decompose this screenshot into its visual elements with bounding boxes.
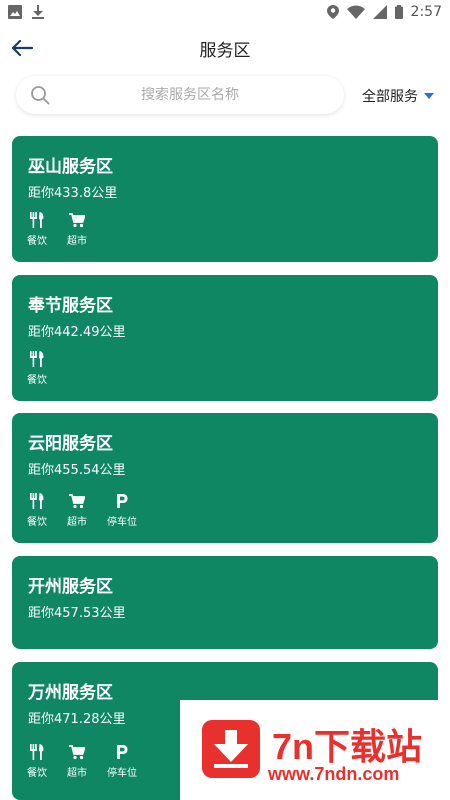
service-area-distance: 距你457.53公里: [28, 606, 126, 621]
search-icon: [31, 86, 50, 105]
service-area-card[interactable]: 云阳服务区 距你455.54公里 餐饮 超市 停车位: [12, 413, 438, 543]
watermark-url: www.7ndn.com: [268, 764, 400, 784]
service-label: 餐饮: [27, 517, 47, 528]
service-label: 停车位: [107, 517, 137, 528]
service-label: 餐饮: [27, 375, 47, 386]
search-input[interactable]: [76, 82, 304, 108]
download-notification-icon: [32, 5, 44, 19]
restaurant-icon: [30, 212, 44, 228]
dropdown-caret-icon: [424, 93, 434, 99]
service-item: 超市: [57, 212, 97, 247]
service-label: 餐饮: [27, 236, 47, 247]
service-area-name: 云阳服务区: [28, 434, 113, 454]
restaurant-icon: [30, 493, 44, 509]
service-area-distance: 距你455.54公里: [28, 463, 126, 478]
filter-label: 全部服务: [362, 89, 418, 105]
service-label: 餐饮: [27, 768, 47, 779]
cart-icon: [69, 494, 85, 509]
status-bar: 2:57: [0, 0, 450, 24]
service-item: 餐饮: [17, 212, 57, 247]
service-label: 超市: [67, 517, 87, 528]
restaurant-icon: [30, 351, 44, 367]
service-item: 餐饮: [17, 744, 57, 779]
service-item: 超市: [57, 744, 97, 779]
wifi-icon: [346, 5, 365, 19]
status-time: 2:57: [410, 4, 442, 20]
service-area-name: 巫山服务区: [28, 157, 113, 177]
service-area-card[interactable]: 奉节服务区 距你442.49公里 餐饮: [12, 275, 438, 401]
service-area-distance: 距你442.49公里: [28, 325, 126, 340]
service-label: 停车位: [107, 768, 137, 779]
cart-icon: [69, 745, 85, 760]
watermark-title: 7n下载站: [272, 726, 423, 767]
restaurant-icon: [30, 744, 44, 760]
parking-icon: [117, 745, 128, 759]
service-item: 餐饮: [17, 351, 57, 386]
download-arrow-icon: [202, 720, 260, 778]
watermark: 7n下载站 www.7ndn.com: [180, 700, 450, 800]
signal-icon: [372, 5, 387, 19]
header: 服务区: [0, 24, 450, 70]
search-box[interactable]: [16, 76, 344, 114]
cart-icon: [69, 213, 85, 228]
location-icon: [326, 5, 339, 19]
service-area-distance: 距你433.8公里: [28, 186, 118, 201]
battery-icon: [394, 5, 403, 19]
service-label: 超市: [67, 236, 87, 247]
service-item: 超市: [57, 493, 97, 528]
page-title: 服务区: [199, 41, 251, 61]
service-area-name: 万州服务区: [28, 683, 113, 703]
service-item: 餐饮: [17, 493, 57, 528]
image-notification-icon: [8, 5, 22, 19]
service-area-name: 开州服务区: [28, 577, 113, 597]
search-row: 全部服务: [0, 76, 450, 116]
parking-icon: [117, 494, 128, 508]
service-area-card[interactable]: 巫山服务区 距你433.8公里 餐饮 超市: [12, 136, 438, 262]
service-filter-dropdown[interactable]: 全部服务: [362, 86, 434, 106]
service-area-card[interactable]: 开州服务区 距你457.53公里: [12, 556, 438, 649]
service-area-distance: 距你471.28公里: [28, 712, 126, 727]
service-item: 停车位: [102, 493, 142, 528]
service-area-name: 奉节服务区: [28, 296, 113, 316]
service-item: 停车位: [102, 744, 142, 779]
service-label: 超市: [67, 768, 87, 779]
